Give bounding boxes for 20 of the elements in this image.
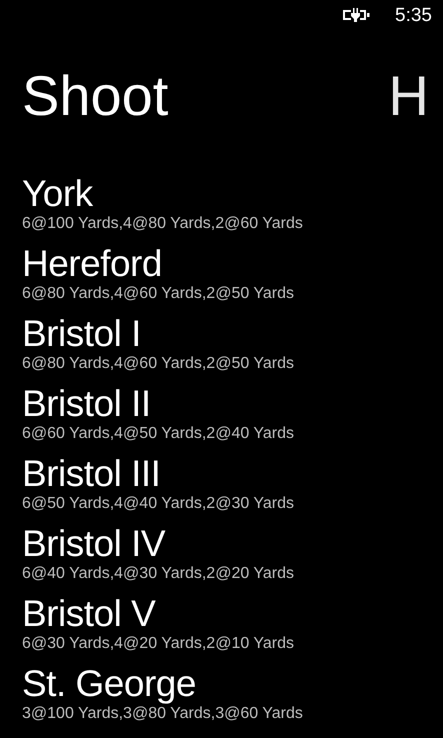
round-name[interactable]: Hereford [22,244,162,284]
pivot-header[interactable]: H [388,68,429,130]
round-distances: 6@80 Yards,4@60 Yards,2@50 Yards [22,284,294,303]
pivot-header[interactable]: Shoot [22,68,168,130]
round-distances: 3@100 Yards,3@80 Yards,3@60 Yards [22,704,303,723]
round-name[interactable]: Bristol I [22,314,141,354]
round-name[interactable]: Bristol V [22,594,156,634]
round-distances: 6@80 Yards,4@60 Yards,2@50 Yards [22,354,294,373]
round-name[interactable]: Bristol IV [22,524,166,564]
clock: 5:35 [395,6,432,24]
round-name[interactable]: York [22,174,93,214]
round-distances: 6@100 Yards,4@80 Yards,2@60 Yards [22,214,303,233]
round-name[interactable]: Bristol II [22,384,151,424]
round-distances: 6@30 Yards,4@20 Yards,2@10 Yards [22,634,294,653]
round-name[interactable]: Bristol III [22,454,160,494]
round-distances: 6@60 Yards,4@50 Yards,2@40 Yards [22,424,294,443]
round-distances: 6@40 Yards,4@30 Yards,2@20 Yards [22,564,294,583]
battery-charging-icon [341,7,372,23]
round-name[interactable]: St. George [22,664,196,704]
round-distances: 6@50 Yards,4@40 Yards,2@30 Yards [22,494,294,513]
